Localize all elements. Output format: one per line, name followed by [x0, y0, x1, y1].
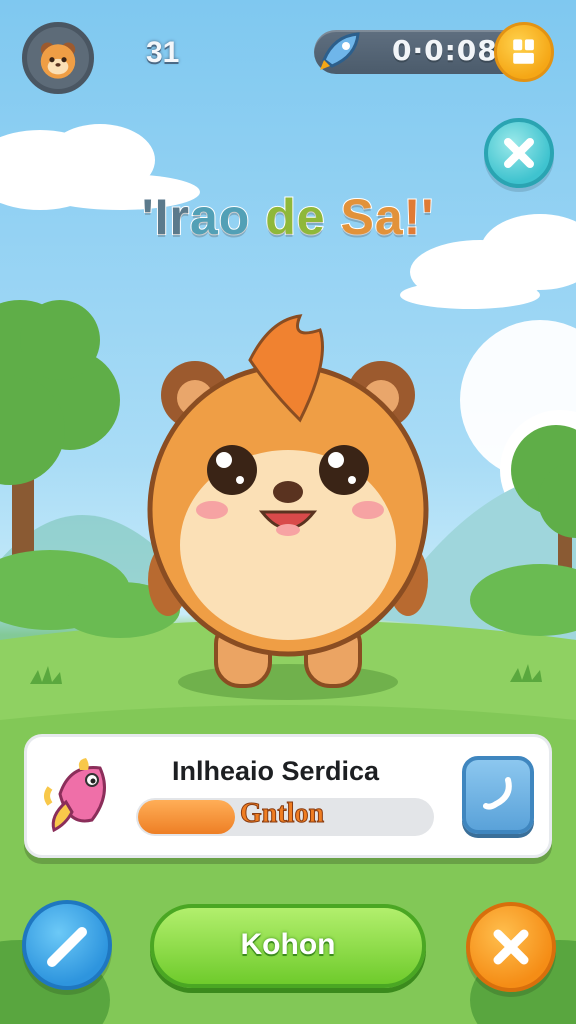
- title-part: de: [264, 188, 326, 246]
- pencil-icon: [47, 927, 87, 967]
- avatar[interactable]: [22, 22, 94, 94]
- level-counter: 31: [146, 36, 180, 69]
- close-icon: [493, 929, 529, 965]
- progress-label: Gntlon: [239, 798, 325, 830]
- close-button[interactable]: [484, 118, 554, 188]
- level-title: 'Irao de Sa!': [0, 188, 576, 246]
- item-action-button[interactable]: [462, 756, 534, 834]
- item-title: Inlheaio Serdica: [172, 756, 380, 786]
- cancel-button[interactable]: [466, 902, 556, 992]
- main-action-label: Kohon: [240, 928, 336, 961]
- title-part: 'Ir: [141, 188, 190, 246]
- close-icon: [504, 138, 534, 168]
- title-part: !': [403, 188, 435, 246]
- edit-icon: [483, 777, 512, 810]
- pink-fish-icon: [44, 758, 106, 833]
- bear-face-icon: [40, 42, 76, 79]
- progress-fill: [138, 800, 235, 834]
- rocket-icon: [320, 32, 360, 70]
- timer-text: 0·0:08: [392, 34, 498, 67]
- edit-button[interactable]: [22, 900, 112, 990]
- game-screen: 31 0·0:08 'Irao de Sa!' Inlheaio Serdica: [0, 0, 576, 1024]
- title-part: ao: [189, 188, 251, 246]
- menu-button[interactable]: [494, 22, 554, 82]
- grid-menu-icon: [513, 39, 534, 64]
- title-part: Sa: [340, 188, 404, 246]
